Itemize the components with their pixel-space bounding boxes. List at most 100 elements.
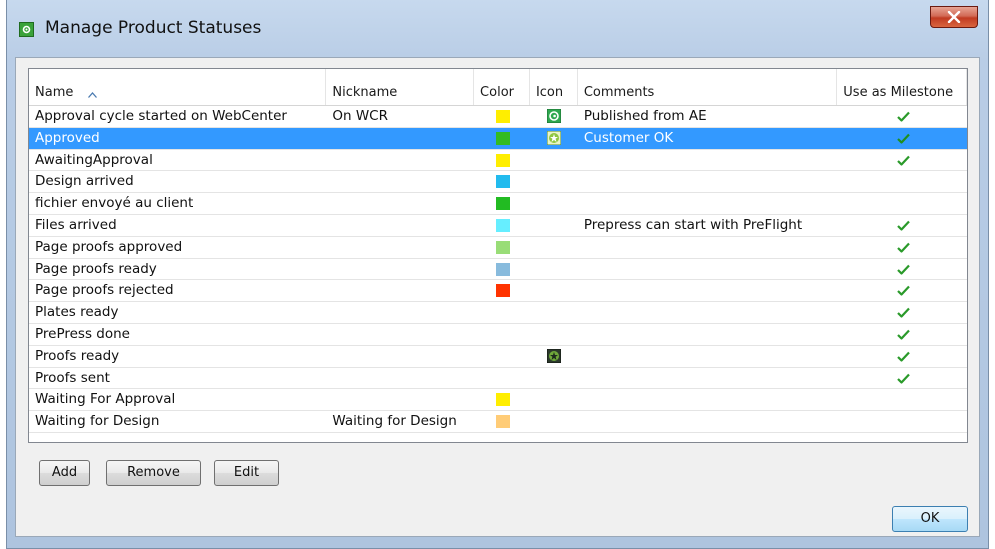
- cell-icon: [530, 215, 578, 236]
- cell-milestone: [837, 324, 967, 345]
- table-row[interactable]: PrePress done: [29, 324, 967, 346]
- cell-nickname: Waiting for Design: [332, 413, 457, 430]
- table-row[interactable]: fichier envoyé au client: [29, 193, 967, 215]
- table-row[interactable]: Page proofs ready: [29, 259, 967, 281]
- column-header-nickname[interactable]: Nickname: [326, 69, 475, 105]
- cell-milestone: [837, 411, 967, 432]
- cell-nickname: On WCR: [332, 108, 388, 124]
- cell-icon: [530, 346, 578, 367]
- cell-icon: [530, 411, 578, 432]
- cell-icon: [530, 128, 578, 149]
- cell-comments: [578, 368, 837, 389]
- checkmark-icon: [897, 328, 911, 344]
- cell-milestone: [837, 193, 967, 214]
- cell-icon: [530, 302, 578, 323]
- edit-button[interactable]: Edit: [214, 460, 279, 486]
- column-header-label: Use as Milestone: [843, 85, 954, 100]
- cell-nickname: [326, 324, 474, 345]
- checkmark-icon: [897, 241, 911, 257]
- table-row[interactable]: Page proofs approved: [29, 237, 967, 259]
- cell-icon: [530, 193, 578, 214]
- cell-name: Design arrived: [35, 173, 134, 190]
- cell-milestone: [837, 280, 967, 301]
- column-header-icon[interactable]: Icon: [530, 69, 578, 105]
- close-icon: [947, 11, 961, 23]
- column-header-label: Icon: [535, 85, 564, 100]
- cell-nickname: [326, 368, 474, 389]
- cell-name: Plates ready: [35, 304, 119, 321]
- cell-icon: [530, 368, 578, 389]
- cell-nickname: [326, 128, 474, 149]
- table-header: Name Nickname Color Icon Comments Use as Mile…: [29, 69, 967, 106]
- table-row[interactable]: Files arrived Prepress can start with Pre…: [29, 215, 967, 237]
- dialog-client-area: Name Nickname Color Icon Comments Use as Mile…: [15, 57, 980, 537]
- checkmark-icon: [897, 263, 911, 279]
- column-header-comments[interactable]: Comments: [578, 69, 838, 105]
- checkmark-icon: [897, 219, 911, 235]
- color-swatch: [496, 110, 511, 123]
- cell-nickname: [326, 171, 474, 192]
- cell-color: [474, 280, 530, 301]
- cell-milestone: [837, 346, 967, 367]
- table-body: Approval cycle started on WebCenter On WC…: [29, 106, 967, 433]
- manage-statuses-window: Manage Product Statuses Name Nickname Colo…: [6, 0, 989, 549]
- checkmark-icon: [897, 110, 911, 126]
- remove-button[interactable]: Remove: [106, 460, 201, 486]
- cell-name: Waiting for Design: [35, 413, 160, 430]
- cell-nickname: [326, 259, 474, 280]
- cell-icon: [530, 280, 578, 301]
- column-header-label: Comments: [583, 85, 655, 100]
- table-row[interactable]: Design arrived: [29, 171, 967, 194]
- color-swatch: [496, 415, 511, 429]
- table-row[interactable]: Proofs sent: [29, 368, 967, 390]
- sort-ascending-icon: [88, 87, 97, 102]
- status-table[interactable]: Name Nickname Color Icon Comments Use as Mile…: [28, 68, 968, 443]
- cell-name: Approved: [35, 129, 100, 146]
- table-row[interactable]: Approved Customer OK: [29, 127, 967, 150]
- table-row[interactable]: Approval cycle started on WebCenter On WC…: [29, 106, 967, 128]
- table-row[interactable]: Plates ready: [29, 302, 967, 324]
- column-header-name[interactable]: Name: [29, 69, 327, 105]
- cell-milestone: [837, 368, 967, 389]
- column-header-label: Nickname: [332, 85, 398, 100]
- cell-color: [474, 389, 530, 410]
- add-button[interactable]: Add: [39, 460, 90, 486]
- column-header-milestone[interactable]: Use as Milestone: [837, 69, 967, 105]
- table-row[interactable]: Waiting For Approval: [29, 389, 967, 412]
- cell-color: [474, 106, 530, 127]
- ok-button[interactable]: OK: [892, 506, 968, 532]
- cell-comments: [578, 411, 837, 432]
- cell-comments: [578, 389, 837, 410]
- cell-color: [474, 237, 530, 258]
- cell-nickname: [326, 237, 474, 258]
- table-row[interactable]: AwaitingApproval: [29, 150, 967, 172]
- close-button[interactable]: [930, 6, 978, 28]
- title-bar[interactable]: Manage Product Statuses: [7, 0, 988, 58]
- table-row[interactable]: Waiting for Design Waiting for Design: [29, 411, 967, 433]
- webcenter-icon: [546, 108, 562, 124]
- cell-icon: [530, 237, 578, 258]
- cell-icon: [530, 324, 578, 345]
- cell-name: Proofs ready: [35, 347, 120, 364]
- cell-name: PrePress done: [35, 325, 130, 342]
- cell-milestone: [837, 215, 967, 236]
- cell-milestone: [837, 389, 967, 410]
- cell-color: [474, 150, 530, 171]
- cell-nickname: [326, 193, 474, 214]
- cell-milestone: [837, 150, 967, 171]
- table-row[interactable]: Page proofs rejected: [29, 280, 967, 303]
- cell-color: [474, 411, 530, 432]
- cell-color: [474, 302, 530, 323]
- color-swatch: [496, 240, 511, 254]
- cell-comments: [578, 302, 837, 323]
- cell-comments: Customer OK: [583, 129, 674, 146]
- column-header-color[interactable]: Color: [474, 69, 530, 105]
- cell-color: [474, 215, 530, 236]
- cell-milestone: [837, 106, 967, 127]
- cell-name: Proofs sent: [35, 369, 110, 386]
- cell-icon: [530, 171, 578, 192]
- color-swatch: [496, 218, 511, 232]
- table-row[interactable]: Proofs ready: [29, 346, 967, 368]
- cell-color: [474, 259, 530, 280]
- column-header-label: Name: [35, 85, 74, 100]
